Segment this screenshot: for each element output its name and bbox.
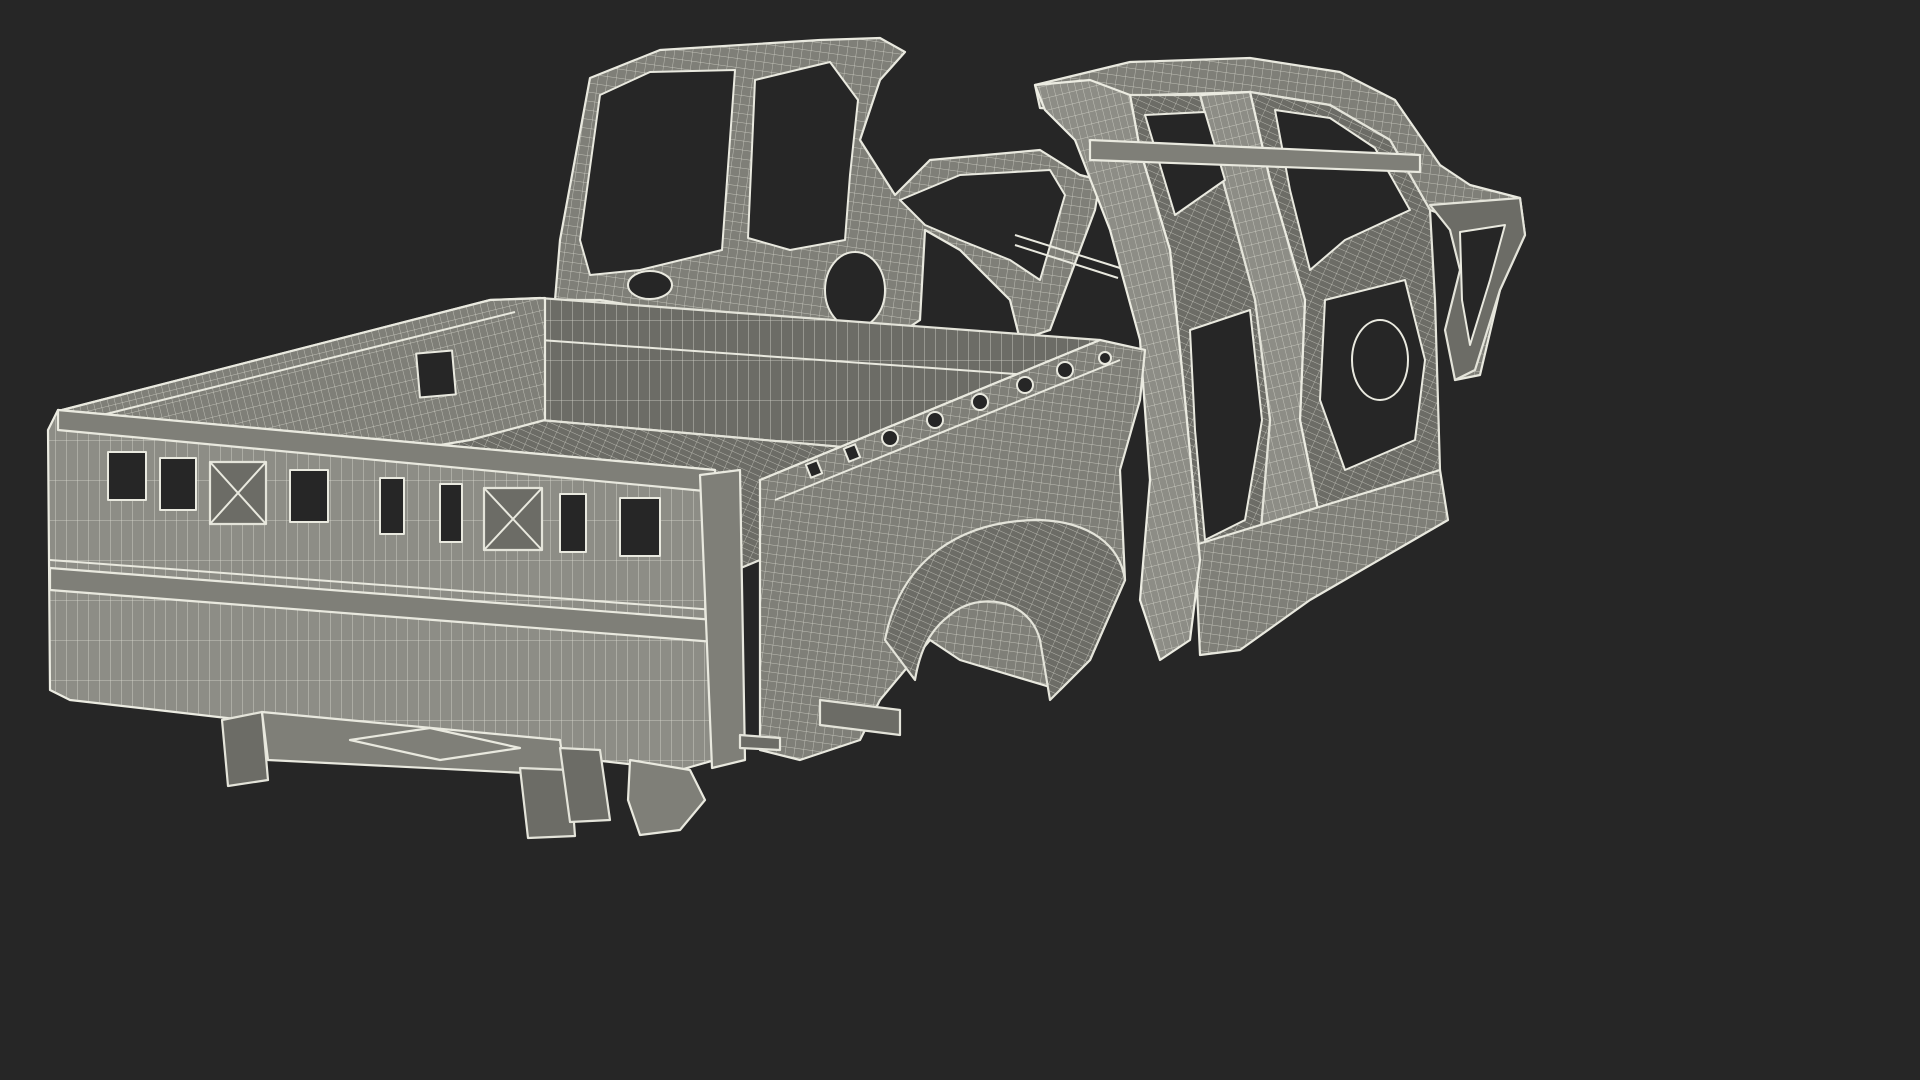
tailgate xyxy=(46,408,747,772)
truck-frame-render xyxy=(46,36,1527,840)
render-viewport xyxy=(0,0,1568,882)
